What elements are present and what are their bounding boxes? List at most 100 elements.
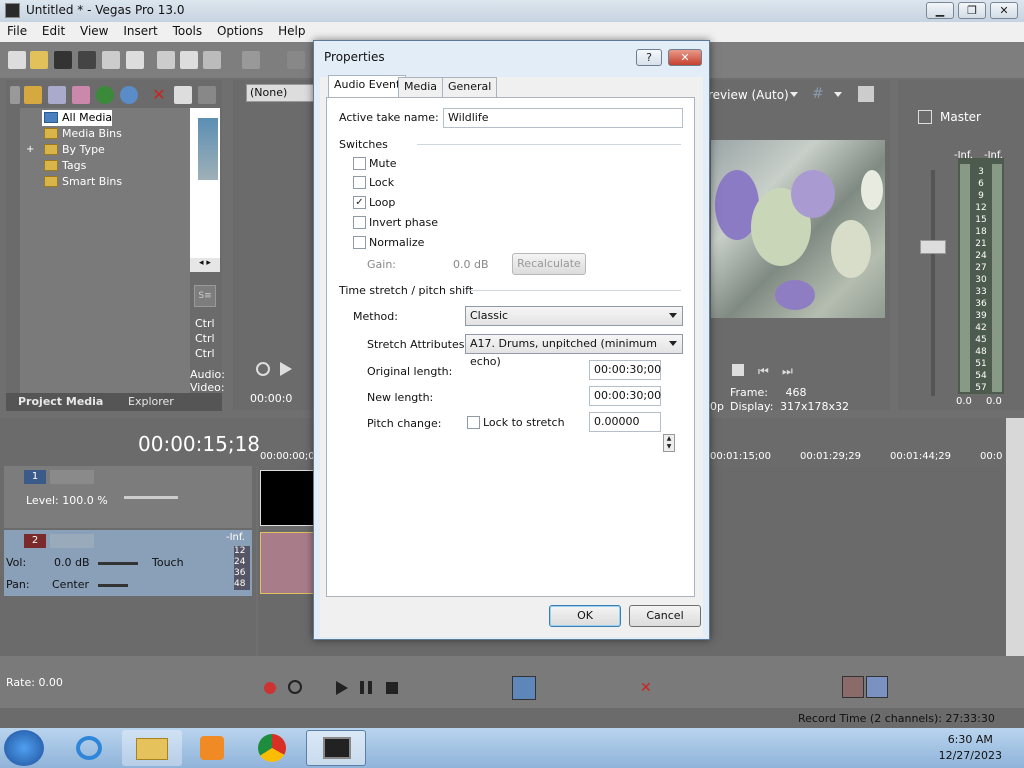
audio-event[interactable]: [260, 532, 314, 594]
media-thumbnail[interactable]: [198, 118, 218, 180]
mute-checkbox[interactable]: [353, 157, 366, 170]
redo-icon[interactable]: [287, 51, 305, 69]
loop-playback-icon[interactable]: [288, 680, 302, 694]
lock-checkbox[interactable]: [353, 176, 366, 189]
save-as-icon[interactable]: [78, 51, 96, 69]
track-name-field[interactable]: [50, 470, 94, 484]
trimmer-dropdown[interactable]: (None): [246, 84, 316, 102]
close-button[interactable]: ✕: [990, 2, 1018, 19]
media-properties-icon[interactable]: [174, 86, 192, 104]
menu-edit[interactable]: Edit: [38, 22, 69, 40]
ok-button[interactable]: OK: [549, 605, 621, 627]
tree-item-by-type[interactable]: By Type: [42, 142, 105, 158]
stop-icon[interactable]: [386, 682, 398, 694]
stretch-attributes-select[interactable]: A17. Drums, unpitched (minimum echo): [465, 334, 683, 368]
tab-media[interactable]: Media: [398, 77, 444, 97]
tree-item-all-media[interactable]: All Media: [42, 110, 113, 126]
chevron-down-icon[interactable]: [790, 92, 798, 97]
expand-icon[interactable]: +: [26, 144, 34, 155]
explorer-icon[interactable]: [122, 730, 182, 766]
menu-insert[interactable]: Insert: [119, 22, 161, 40]
new-length-field[interactable]: 00:00:30;00: [589, 386, 661, 406]
capture-icon[interactable]: [48, 86, 66, 104]
automation-mode[interactable]: Touch: [152, 556, 184, 569]
tree-item-media-bins[interactable]: Media Bins: [42, 126, 122, 142]
loop-checkbox[interactable]: ✓: [353, 196, 366, 209]
preview-quality[interactable]: review (Auto): [708, 88, 789, 102]
paste-icon[interactable]: [203, 51, 221, 69]
delete-icon[interactable]: ✕: [640, 680, 652, 696]
menu-tools[interactable]: Tools: [169, 22, 207, 40]
menu-file[interactable]: File: [3, 22, 31, 40]
tab-general[interactable]: General: [442, 77, 498, 97]
chevron-down-icon[interactable]: [834, 92, 842, 97]
record-icon[interactable]: [264, 682, 276, 694]
vegas-taskbar-icon[interactable]: [306, 730, 366, 766]
tab-explorer[interactable]: Explorer: [128, 395, 174, 408]
tab-project-media[interactable]: Project Media: [18, 395, 103, 408]
menu-help[interactable]: Help: [274, 22, 309, 40]
undo-icon[interactable]: [242, 51, 260, 69]
web-icon[interactable]: [96, 86, 114, 104]
import-icon[interactable]: [24, 86, 42, 104]
open-icon[interactable]: [30, 51, 48, 69]
play-icon[interactable]: [280, 362, 292, 376]
start-button[interactable]: [4, 730, 44, 766]
minimize-button[interactable]: ▁: [926, 2, 954, 19]
video-event[interactable]: [260, 470, 314, 526]
loop-icon[interactable]: [256, 362, 270, 376]
clock[interactable]: 6:30 AM 12/27/2023: [939, 732, 1002, 764]
active-take-field[interactable]: Wildlife: [443, 108, 683, 128]
tree-item-smart-bins[interactable]: Smart Bins: [42, 174, 122, 190]
lock-envelopes-icon[interactable]: [866, 676, 888, 698]
menu-view[interactable]: View: [76, 22, 112, 40]
maximize-button[interactable]: ❐: [958, 2, 986, 19]
copy-snapshot-icon[interactable]: [858, 86, 874, 102]
prev-frame-icon[interactable]: ⏮: [758, 364, 769, 379]
pitch-spinner[interactable]: ▲ ▼: [663, 434, 675, 452]
pan-slider[interactable]: [98, 584, 128, 587]
fader-handle[interactable]: [920, 240, 946, 254]
help-button[interactable]: ?: [636, 49, 662, 66]
original-length-field[interactable]: 00:00:30;00: [589, 360, 661, 380]
save-icon[interactable]: [54, 51, 72, 69]
properties-icon[interactable]: [126, 51, 144, 69]
play-icon[interactable]: [336, 681, 348, 695]
lock-to-stretch-checkbox[interactable]: [467, 416, 480, 429]
pitch-change-field[interactable]: 0.00000: [589, 412, 661, 432]
recalculate-button[interactable]: Recalculate: [512, 253, 586, 275]
normal-edit-tool-icon[interactable]: [512, 676, 536, 700]
grid-icon[interactable]: #: [812, 87, 826, 101]
master-toggle-icon[interactable]: [918, 110, 932, 124]
chrome-icon[interactable]: [242, 730, 302, 766]
views-icon[interactable]: [198, 86, 216, 104]
cancel-button[interactable]: Cancel: [629, 605, 701, 627]
search-media-icon[interactable]: [120, 86, 138, 104]
stop-icon[interactable]: [732, 364, 744, 376]
menu-options[interactable]: Options: [213, 22, 267, 40]
method-select[interactable]: Classic: [465, 306, 683, 326]
remove-icon[interactable]: ✕: [150, 86, 168, 104]
cut-icon[interactable]: [157, 51, 175, 69]
tab-audio-event[interactable]: Audio Event: [328, 75, 407, 97]
pause-icon[interactable]: [360, 681, 372, 694]
invert-phase-checkbox[interactable]: [353, 216, 366, 229]
dialog-close-button[interactable]: ✕: [668, 49, 702, 66]
next-frame-icon[interactable]: ⏭: [782, 364, 793, 379]
normalize-checkbox[interactable]: [353, 236, 366, 249]
auto-ripple-icon[interactable]: [842, 676, 864, 698]
timeline-vscroll[interactable]: [1006, 418, 1024, 656]
thumbnail-scroll[interactable]: ◂ ▸: [190, 258, 220, 272]
track-video-1[interactable]: 1 Level: 100.0 %: [4, 466, 252, 528]
track-name-field[interactable]: [50, 534, 94, 548]
ie-icon[interactable]: [60, 730, 120, 766]
vol-slider[interactable]: [98, 562, 138, 565]
snap-icon[interactable]: S≡: [194, 285, 216, 307]
copy-icon[interactable]: [180, 51, 198, 69]
render-icon[interactable]: [102, 51, 120, 69]
tree-item-tags[interactable]: Tags: [42, 158, 86, 174]
get-media-icon[interactable]: [72, 86, 90, 104]
media-player-icon[interactable]: [182, 730, 242, 766]
new-icon[interactable]: [8, 51, 26, 69]
level-slider[interactable]: [124, 496, 178, 499]
